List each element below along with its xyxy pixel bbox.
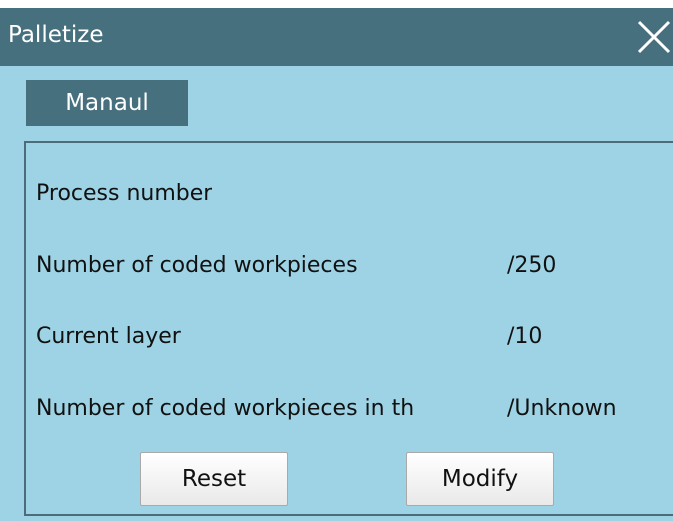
palletize-info-panel: Process number Number of coded workpiece… xyxy=(24,141,673,516)
reset-button[interactable]: Reset xyxy=(140,452,288,506)
coded-workpieces-in-layer-value: /Unknown xyxy=(507,396,617,421)
close-icon[interactable] xyxy=(635,18,673,56)
modify-button[interactable]: Modify xyxy=(406,452,554,506)
window-title: Palletize xyxy=(8,22,104,48)
current-layer-value: /10 xyxy=(507,324,543,349)
coded-workpieces-in-layer-label: Number of coded workpieces in th xyxy=(36,396,415,421)
title-bar: Palletize xyxy=(0,8,673,66)
process-number-label: Process number xyxy=(36,181,213,206)
coded-workpieces-value: /250 xyxy=(507,253,557,278)
coded-workpieces-label: Number of coded workpieces xyxy=(36,253,358,278)
tab-manual[interactable]: Manaul xyxy=(26,80,188,126)
current-layer-label: Current layer xyxy=(36,324,181,349)
palletize-dialog: Palletize Manaul Process number Number o… xyxy=(0,8,673,521)
